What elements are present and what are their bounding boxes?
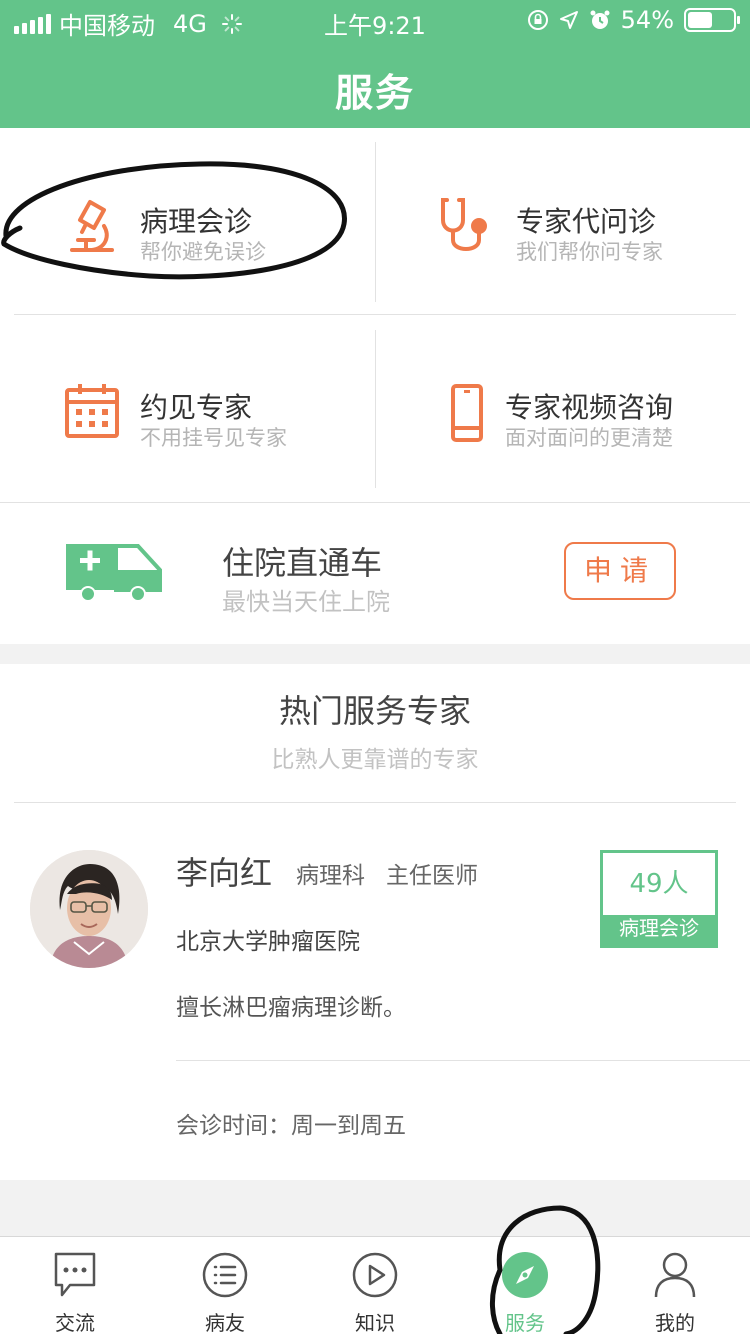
status-bar: 中国移动 4G 上午9:21 54% bbox=[0, 0, 750, 40]
alarm-icon bbox=[590, 10, 610, 29]
service-subtitle: 不用挂号见专家 bbox=[140, 426, 287, 450]
consult-count: 49人 bbox=[603, 853, 715, 915]
calendar-icon bbox=[65, 384, 119, 438]
tab-service[interactable]: 服务 bbox=[450, 1237, 600, 1334]
expert-schedule: 会诊时间：周一到周五 bbox=[176, 1113, 406, 1139]
section-subtitle: 比熟人更靠谱的专家 bbox=[271, 747, 479, 773]
service-proxy-consult[interactable]: 专家代问诊 我们帮你问专家 bbox=[375, 128, 750, 314]
divider bbox=[375, 142, 376, 302]
stethoscope-icon bbox=[441, 198, 487, 251]
apply-button[interactable]: 申请 bbox=[564, 542, 676, 600]
section-title: 热门服务专家 bbox=[278, 692, 471, 730]
tab-me[interactable]: 我的 bbox=[600, 1237, 750, 1334]
service-subtitle: 面对面问的更清楚 bbox=[505, 426, 673, 450]
consult-count-badge[interactable]: 49人 病理会诊 bbox=[600, 850, 718, 948]
expert-hospital: 北京大学肿瘤医院 bbox=[176, 929, 360, 955]
expert-card[interactable]: 李向红 病理科 主任医师 北京大学肿瘤医院 擅长淋巴瘤病理诊断。 会诊时间：周一… bbox=[0, 804, 750, 1180]
service-video-consult[interactable]: 专家视频咨询 面对面问的更清楚 bbox=[375, 316, 750, 502]
battery-percent: 54% bbox=[620, 6, 674, 34]
ambulance-icon bbox=[66, 544, 162, 602]
service-meet-expert[interactable]: 约见专家 不用挂号见专家 bbox=[0, 316, 375, 502]
hospital-express-subtitle: 最快当天住上院 bbox=[222, 588, 390, 616]
tab-knowledge[interactable]: 知识 bbox=[300, 1237, 450, 1334]
location-icon bbox=[559, 11, 578, 29]
hospital-express[interactable]: 住院直通车 最快当天住上院 申请 bbox=[0, 502, 750, 644]
service-title: 病理会诊 bbox=[140, 205, 253, 238]
tab-label: 病友 bbox=[205, 1311, 245, 1334]
tab-label: 交流 bbox=[55, 1311, 95, 1334]
tab-label: 我的 bbox=[655, 1311, 695, 1334]
phone-icon bbox=[451, 384, 483, 442]
service-grid: 病理会诊 帮你避免误诊 专家代问诊 我们帮你问专家 约见专家 不用挂号见专家 专… bbox=[0, 128, 750, 644]
service-subtitle: 我们帮你问专家 bbox=[516, 240, 663, 264]
service-subtitle: 帮你避免误诊 bbox=[140, 240, 266, 264]
chat-icon bbox=[54, 1252, 96, 1297]
divider bbox=[14, 802, 736, 803]
expert-title: 主任医师 bbox=[386, 863, 478, 889]
page-title: 服务 bbox=[334, 71, 415, 115]
avatar bbox=[30, 850, 148, 968]
expert-department: 病理科 bbox=[296, 863, 365, 889]
user-icon bbox=[654, 1252, 696, 1298]
rotation-lock-icon bbox=[527, 10, 548, 30]
service-title: 专家视频咨询 bbox=[505, 391, 674, 424]
compass-icon bbox=[502, 1252, 548, 1298]
play-icon bbox=[352, 1252, 398, 1298]
battery-icon bbox=[684, 8, 740, 32]
divider bbox=[14, 314, 736, 315]
divider bbox=[375, 330, 376, 488]
service-pathology[interactable]: 病理会诊 帮你避免误诊 bbox=[0, 128, 375, 314]
tab-bar: 交流 病友 知识 服务 我的 bbox=[0, 1236, 750, 1334]
hot-experts-section: 热门服务专家 比熟人更靠谱的专家 李向红 病理科 主任医师 北京大学肿瘤医院 擅… bbox=[0, 664, 750, 1180]
service-title: 专家代问诊 bbox=[516, 205, 657, 238]
tab-chat[interactable]: 交流 bbox=[0, 1237, 150, 1334]
service-title: 约见专家 bbox=[140, 391, 253, 424]
consult-service-label: 病理会诊 bbox=[619, 916, 699, 940]
tab-patients[interactable]: 病友 bbox=[150, 1237, 300, 1334]
divider bbox=[176, 1060, 750, 1061]
tab-label: 知识 bbox=[355, 1311, 395, 1334]
expert-specialty: 擅长淋巴瘤病理诊断。 bbox=[176, 995, 406, 1021]
tab-label: 服务 bbox=[505, 1311, 545, 1334]
microscope-icon bbox=[70, 200, 114, 252]
expert-name: 李向红 bbox=[176, 854, 273, 892]
hospital-express-title: 住院直通车 bbox=[222, 544, 383, 582]
list-icon bbox=[202, 1252, 248, 1298]
app-header: 中国移动 4G 上午9:21 54% 服务 bbox=[0, 0, 750, 128]
